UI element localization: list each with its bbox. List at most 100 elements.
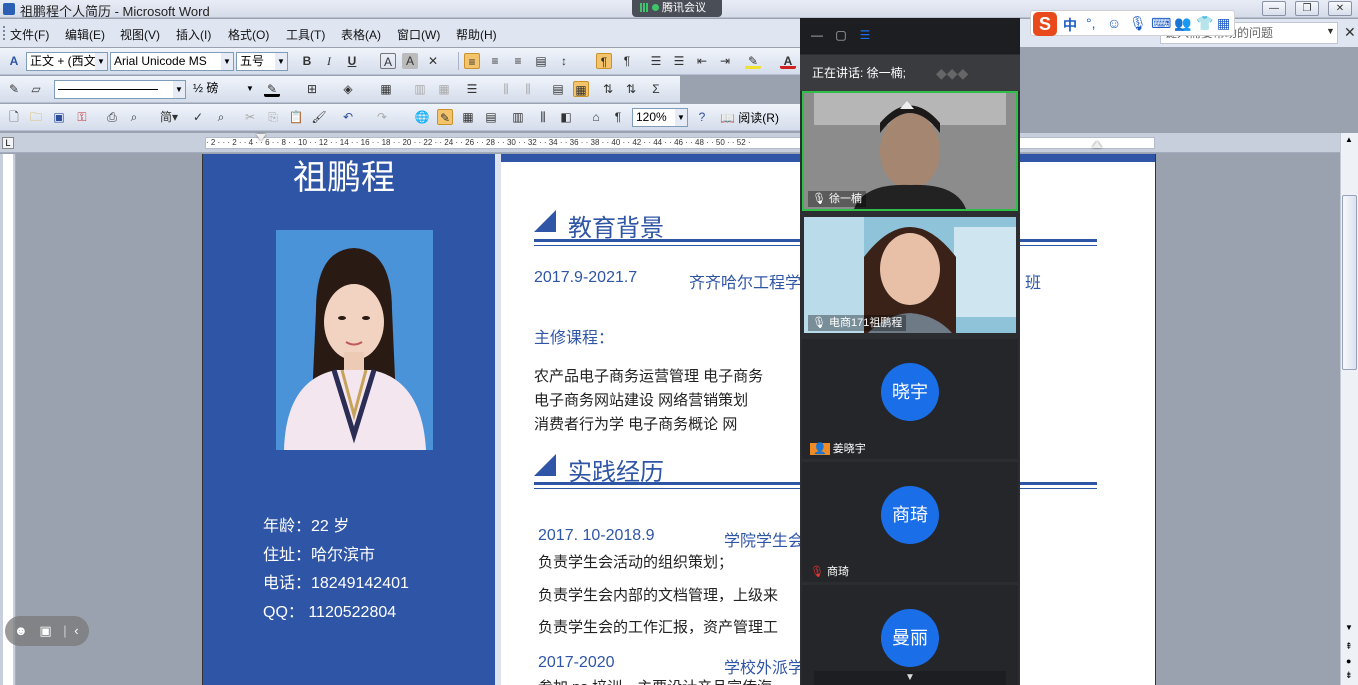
menu-table[interactable]: 表格(A) [341,26,381,43]
numbering-icon[interactable]: ☰ [648,53,664,69]
underline-icon[interactable]: U [344,53,360,69]
scrollbar-thumb[interactable] [1342,195,1357,370]
undo-icon[interactable]: ↶ [340,109,356,125]
align-left-icon[interactable]: ≡ [464,53,480,69]
search-dropdown-icon[interactable]: ▼ [1326,26,1335,36]
prev-page-icon[interactable]: ⇞ [1345,641,1353,652]
drawing-icon[interactable]: ⫼ [535,109,551,125]
participant-tile[interactable]: 🎙 电商171祖鹏程 [802,215,1018,335]
toolbox-icon[interactable]: ▦ [1217,15,1230,32]
mic-icon[interactable]: 🎙 [1129,15,1147,32]
zoom-select[interactable]: 120% ▼ [632,108,688,127]
bold-icon[interactable]: B [299,53,315,69]
next-page-icon[interactable]: ⇟ [1345,670,1353,681]
word-app-icon[interactable] [3,3,15,15]
menu-grip[interactable] [3,26,6,40]
print-icon[interactable]: ⎙ [104,109,120,125]
eraser-icon[interactable]: ▱ [28,81,44,97]
tab-selector[interactable]: L [2,137,14,149]
help-icon[interactable]: ? [694,109,710,125]
participant-tile[interactable]: 商琦 🎙 商琦 [802,462,1018,582]
line-spacing-icon[interactable]: ↕ [556,53,572,69]
collapse-icon[interactable]: ‹ [74,623,78,638]
minimize-icon[interactable]: — [810,28,824,42]
menu-edit[interactable]: 编辑(E) [65,26,105,43]
merge-cells-icon[interactable]: ▥ [412,81,428,97]
increase-indent-icon[interactable]: ⇥ [717,53,733,69]
chat-icon[interactable]: ▣ [39,623,51,638]
align-right-icon[interactable]: ≡ [510,53,526,69]
menu-file[interactable]: 文件(F) [10,26,49,43]
emoji-icon[interactable]: ☺ [1107,15,1121,31]
window-icon[interactable]: ▢ [834,28,848,42]
paragraph-mark-icon[interactable]: ¶ [610,109,626,125]
vertical-scrollbar[interactable]: ▲ ▼ ⇞ ● ⇟ [1340,133,1358,685]
vertical-ruler[interactable] [0,154,16,685]
distribute-rows-icon[interactable]: ⫼ [498,81,514,97]
browse-object-icon[interactable]: ● [1346,656,1351,666]
keyboard-icon[interactable]: ⌨ [1151,15,1171,32]
sort-icon[interactable]: ⇅ [600,81,616,97]
participant-tile[interactable]: 晓宇 👤 姜晓宇 [802,339,1018,459]
align-center-icon[interactable]: ≡ [487,53,503,69]
line-weight-select[interactable]: ½ 磅 ▼ [190,80,256,99]
insert-excel-icon[interactable]: ▤ [483,109,499,125]
border-color-icon[interactable]: ✎ [264,81,280,97]
menu-format[interactable]: 格式(O) [228,26,269,43]
autoformat-icon[interactable]: ▤ [550,81,566,97]
close-doc-icon[interactable]: ✕ [1344,24,1356,41]
sort-desc-icon[interactable]: ⇅ [623,81,639,97]
insert-table-icon[interactable]: ▦ [378,81,394,97]
format-painter-icon[interactable]: 🖌 [311,109,327,125]
ime-punct[interactable]: °, [1086,15,1096,31]
emoji-icon[interactable]: ☻ [14,623,28,638]
menu-window[interactable]: 窗口(W) [397,26,440,43]
font-color-icon[interactable]: A [780,53,796,69]
sogou-logo-icon[interactable]: S [1033,12,1057,36]
user-icon[interactable]: 👥 [1174,15,1191,32]
align-cell-icon[interactable]: ☰ [464,81,480,97]
show-hide-icon[interactable]: ⌂ [588,109,604,125]
spelling-icon[interactable]: ✓ [190,109,206,125]
simplified-chinese-icon[interactable]: 简▾ [156,109,182,125]
first-line-indent-marker[interactable] [256,134,266,141]
justify-icon[interactable]: ▤ [533,53,549,69]
minimize-button[interactable]: — [1262,1,1286,16]
document-map-icon[interactable]: ◧ [558,109,574,125]
char-shading-icon[interactable]: A [402,53,418,69]
participant-tile[interactable]: 🎙 徐一楠 [802,91,1018,211]
distribute-cols-icon[interactable]: ⫼ [520,81,536,97]
menu-insert[interactable]: 插入(I) [176,26,211,43]
scroll-down-icon[interactable]: ▼ [1345,623,1353,632]
style-select[interactable]: 正文 + (西文 ▼ [26,52,108,71]
insert-table-std-icon[interactable]: ▦ [460,109,476,125]
participant-tile[interactable]: 曼丽 [802,585,1018,685]
skin-icon[interactable]: 👕 [1196,15,1213,32]
print-preview-icon[interactable]: ⌕ [126,109,142,125]
save-icon[interactable]: ▣ [51,109,67,125]
highlight-icon[interactable]: ✎ [745,53,761,69]
bullets-icon[interactable]: ☰ [671,53,687,69]
columns-icon[interactable]: ▥ [510,109,526,125]
close-button[interactable]: ✕ [1328,1,1352,16]
rtl-icon[interactable]: ¶ [619,53,635,69]
draw-table-icon[interactable]: ✎ [6,81,22,97]
read-mode-button[interactable]: 📖 阅读(R) [720,109,779,126]
italic-icon[interactable]: I [321,53,337,69]
split-cells-icon[interactable]: ▦ [436,81,452,97]
line-style-select[interactable]: ▼ [54,80,186,99]
tables-borders-icon[interactable]: ✎ [437,109,453,125]
menu-tools[interactable]: 工具(T) [286,26,325,43]
hyperlink-icon[interactable]: 🌐 [414,109,430,125]
menu-help[interactable]: 帮助(H) [456,26,497,43]
paste-icon[interactable]: 📋 [288,109,304,125]
styles-pane-icon[interactable]: A [6,53,22,69]
menu-view[interactable]: 视图(V) [120,26,160,43]
borders-icon[interactable]: ⊞ [304,81,320,97]
tencent-meeting-pill[interactable]: 腾讯会议 [632,0,722,17]
char-scale-icon[interactable]: ✕ [425,53,441,69]
ltr-icon[interactable]: ¶ [596,53,612,69]
scroll-down-arrow-icon[interactable]: ▼ [814,671,1006,685]
font-size-select[interactable]: 五号 ▼ [236,52,288,71]
ime-mode[interactable]: 中 [1063,15,1077,35]
